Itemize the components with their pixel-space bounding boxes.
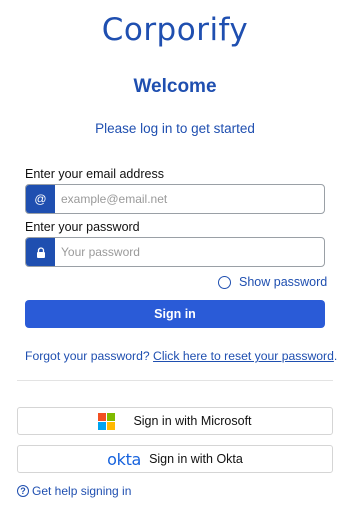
forgot-password-suffix: . [333, 349, 338, 363]
okta-button-label: Sign in with Okta [149, 452, 243, 466]
help-link[interactable]: ? Get help signing in [17, 484, 131, 498]
reset-password-link[interactable]: Click here to reset your password [153, 349, 334, 363]
help-link-label[interactable]: Get help signing in [32, 484, 131, 498]
sign-in-okta-button[interactable]: okta Sign in with Okta [17, 445, 333, 473]
password-label: Enter your password [25, 220, 140, 234]
email-label: Enter your email address [25, 167, 164, 181]
page-title: Welcome [133, 76, 217, 97]
brand-logo: Corporify [101, 12, 249, 48]
forgot-password-prefix: Forgot your password? [25, 349, 154, 363]
password-field[interactable] [55, 238, 315, 266]
question-circle-icon: ? [17, 485, 29, 497]
show-password-label: Show password [239, 275, 328, 289]
microsoft-button-label: Sign in with Microsoft [133, 414, 252, 428]
password-field-wrapper[interactable] [25, 237, 325, 267]
show-password-toggle[interactable]: Show password [218, 275, 327, 289]
okta-logo-icon: okta [107, 449, 142, 469]
microsoft-logo-icon [98, 412, 116, 430]
sign-in-button[interactable]: Sign in [25, 300, 325, 328]
email-field-wrapper[interactable]: @ [25, 184, 325, 214]
divider [17, 380, 333, 381]
lock-icon [26, 238, 55, 266]
forgot-password-text: Forgot your password? Click here to rese… [25, 349, 337, 363]
page-subtitle: Please log in to get started [95, 121, 255, 136]
at-sign-icon: @ [26, 185, 55, 213]
show-password-radio[interactable] [218, 275, 231, 289]
sign-in-microsoft-button[interactable]: Sign in with Microsoft [17, 407, 333, 435]
email-field[interactable] [55, 185, 315, 213]
